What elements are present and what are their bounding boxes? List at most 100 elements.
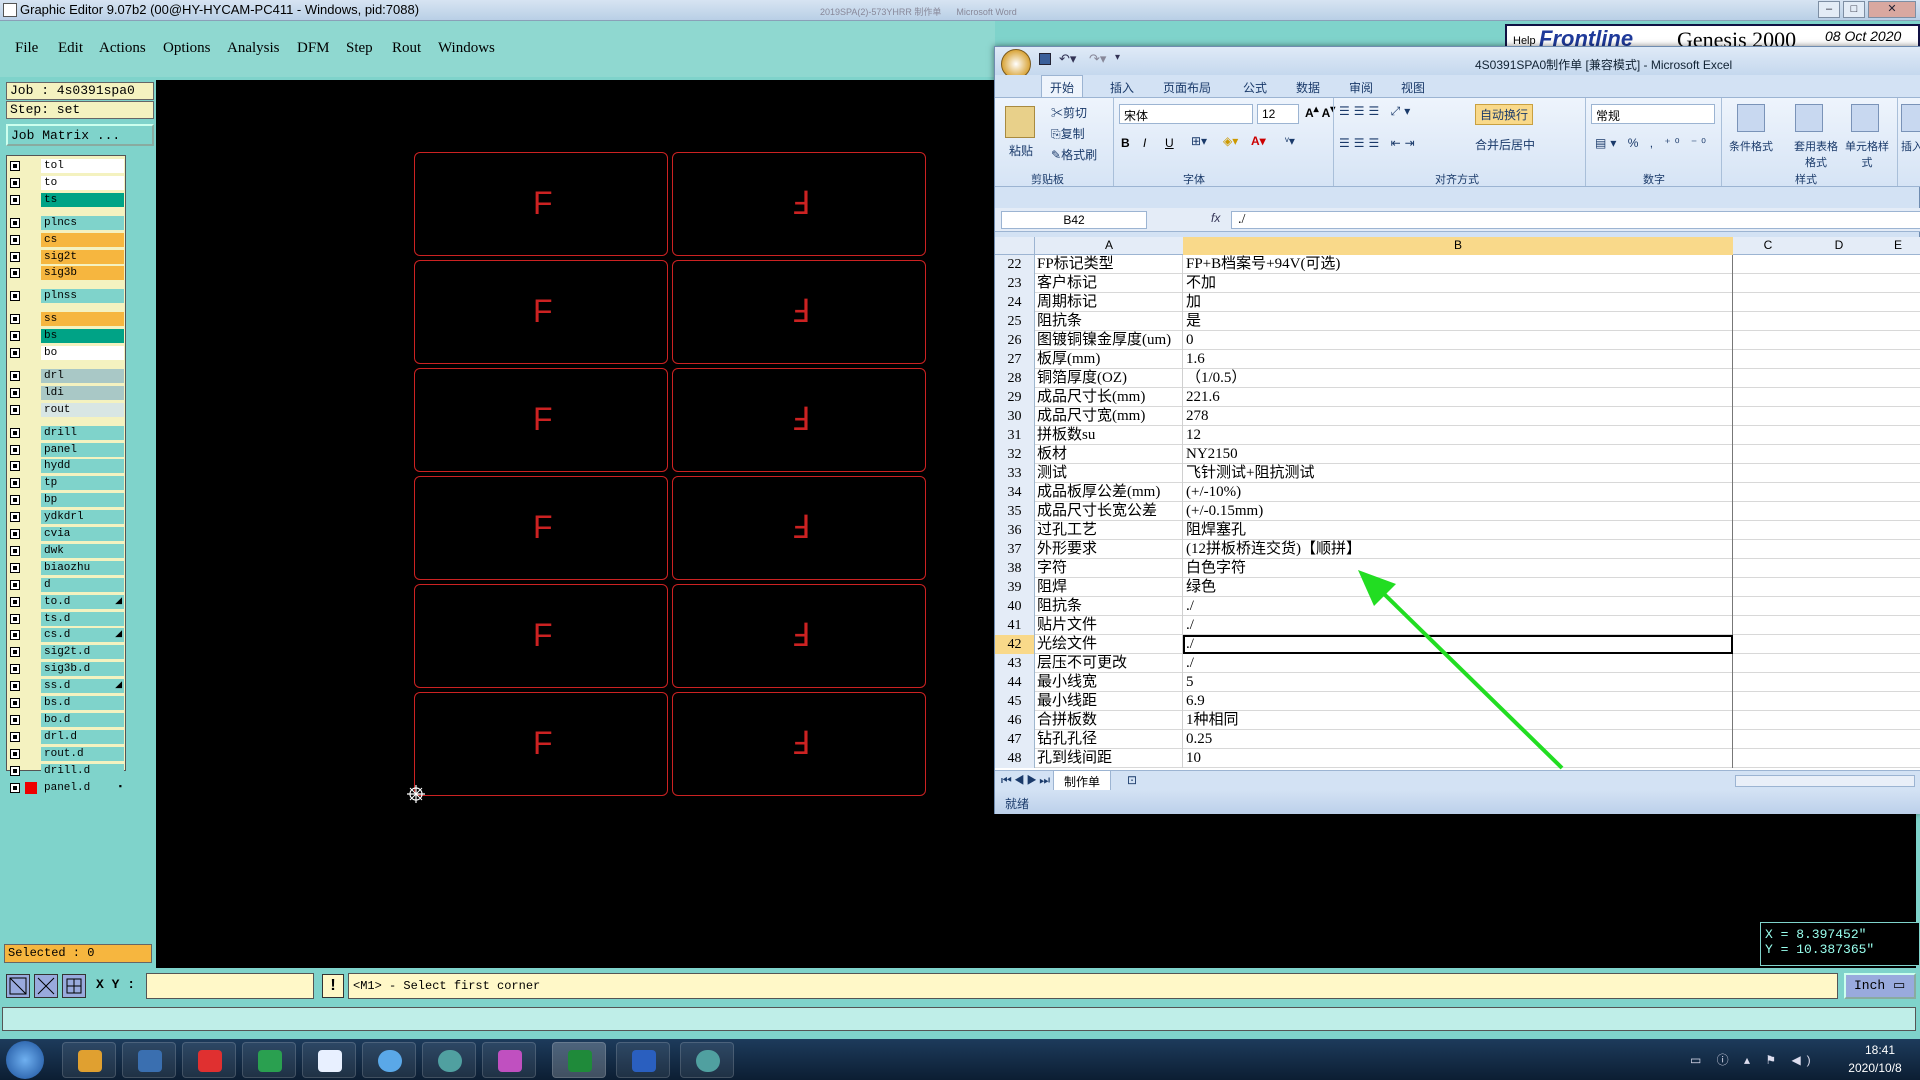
layer-name[interactable]: bs.d	[41, 696, 124, 710]
cell-b[interactable]: (12拼板桥连交货)【顺拼】	[1183, 540, 1733, 559]
layer-name[interactable]: hydd	[41, 459, 124, 474]
cell-a[interactable]: 成品尺寸长宽公差	[1035, 502, 1183, 521]
layer-row[interactable]: dwk	[7, 543, 125, 559]
layer-row[interactable]: plnss	[7, 288, 125, 304]
row-number[interactable]: 34	[995, 483, 1035, 502]
row-number[interactable]: 47	[995, 730, 1035, 749]
layer-checkbox[interactable]	[10, 217, 20, 228]
layer-name[interactable]: to	[41, 175, 124, 190]
layer-name[interactable]: rout	[41, 402, 124, 417]
layer-checkbox[interactable]	[10, 748, 20, 759]
taskbar-app-8[interactable]	[482, 1042, 536, 1078]
layer-checkbox[interactable]	[10, 161, 20, 171]
cell-b[interactable]: 12	[1183, 426, 1733, 445]
paste-icon[interactable]	[1005, 106, 1035, 138]
menu-edit[interactable]: Edit	[58, 40, 83, 57]
number-format-select[interactable]: 常规	[1591, 104, 1715, 124]
pcb-board[interactable]: Ⅎ	[672, 476, 926, 580]
cell-b[interactable]: (+/-10%)	[1183, 483, 1733, 502]
column-header-a[interactable]: A	[1035, 238, 1183, 252]
row-number[interactable]: 22	[995, 255, 1035, 274]
layer-checkbox[interactable]	[10, 387, 20, 398]
menu-options[interactable]: Options	[163, 40, 211, 57]
layer-row[interactable]: sig2t	[7, 249, 125, 265]
menu-step[interactable]: Step	[346, 40, 373, 57]
bold-button[interactable]: B	[1121, 136, 1130, 150]
layer-row[interactable]: rout.d	[7, 746, 125, 762]
number-format-icons[interactable]: ▤▾ % , ⁺⁰ ⁻⁰	[1595, 136, 1710, 150]
layer-name[interactable]: sig2t	[41, 249, 124, 264]
cell-a[interactable]: 最小线宽	[1035, 673, 1183, 692]
format-table-button[interactable]: 套用表格格式	[1791, 138, 1841, 170]
pcb-board[interactable]: F	[414, 260, 668, 364]
layer-row[interactable]: bs.d	[7, 695, 125, 711]
row-number[interactable]: 43	[995, 654, 1035, 673]
layer-checkbox[interactable]	[10, 731, 20, 742]
layer-checkbox[interactable]	[10, 613, 20, 624]
border-icon[interactable]: ⊞▾	[1191, 134, 1207, 148]
cell-a[interactable]: 测试	[1035, 464, 1183, 483]
name-box[interactable]: B42	[1001, 211, 1147, 229]
row-number[interactable]: 23	[995, 274, 1035, 293]
undo-icon[interactable]: ↶▾	[1059, 51, 1076, 67]
cell-a[interactable]: 字符	[1035, 559, 1183, 578]
vertical-align-icons[interactable]: ☰☰☰ ⤢▾	[1339, 104, 1414, 119]
save-icon[interactable]	[1039, 53, 1051, 65]
layer-name[interactable]: d	[41, 577, 124, 592]
row-number[interactable]: 38	[995, 559, 1035, 578]
new-sheet-icon[interactable]: ⊡	[1127, 773, 1137, 787]
menu-dfm[interactable]: DFM	[297, 40, 330, 57]
layer-checkbox[interactable]	[10, 291, 20, 302]
cell-a[interactable]: 客户标记	[1035, 274, 1183, 293]
layer-name[interactable]: drl.d	[41, 729, 124, 744]
pcb-board[interactable]: F	[414, 692, 668, 796]
layer-name[interactable]: panel.d	[41, 780, 124, 795]
cell-a[interactable]: 层压不可更改	[1035, 654, 1183, 673]
layer-row[interactable]: bo	[7, 345, 125, 361]
column-header-e[interactable]: E	[1875, 238, 1920, 252]
layer-name[interactable]: sig3b	[41, 266, 124, 281]
cell-a[interactable]: 钻孔孔径	[1035, 730, 1183, 749]
tab-data[interactable]: 数据	[1296, 79, 1320, 96]
taskbar-app-11[interactable]	[680, 1042, 734, 1078]
layer-name[interactable]: ss	[41, 312, 124, 327]
tab-view[interactable]: 视图	[1401, 79, 1425, 96]
layer-checkbox[interactable]	[10, 681, 20, 692]
pcb-board[interactable]: Ⅎ	[672, 368, 926, 472]
layer-checkbox[interactable]	[10, 782, 20, 793]
cell-style-button[interactable]: 单元格样式	[1845, 138, 1889, 170]
horizontal-align-icons[interactable]: ☰☰☰ ⇤⇥	[1339, 136, 1419, 150]
select-all-corner[interactable]	[995, 237, 1035, 255]
layer-row[interactable]: tol	[7, 158, 125, 174]
layer-name[interactable]: ts.d	[41, 611, 124, 626]
tab-formulas[interactable]: 公式	[1243, 79, 1267, 96]
layer-checkbox[interactable]	[10, 177, 20, 188]
row-number[interactable]: 26	[995, 331, 1035, 350]
cell-b[interactable]: 是	[1183, 312, 1733, 331]
layer-name[interactable]: bs	[41, 329, 124, 344]
layer-name[interactable]: sig3b.d	[41, 662, 124, 677]
layer-row[interactable]: drill.d	[7, 763, 125, 779]
system-tray-icons[interactable]: ▭ ⓘ ▴ ⚑ ◀)	[1690, 1051, 1817, 1068]
layer-checkbox[interactable]	[10, 427, 20, 438]
pan-tool-icon[interactable]	[34, 974, 58, 998]
cell-a[interactable]: 阻抗条	[1035, 312, 1183, 331]
layer-name[interactable]: ldi	[41, 385, 124, 400]
tab-page-layout[interactable]: 页面布局	[1163, 79, 1211, 96]
layer-row[interactable]: d	[7, 577, 125, 593]
layer-name[interactable]: drill	[41, 425, 124, 440]
row-number[interactable]: 39	[995, 578, 1035, 597]
font-name-select[interactable]: 宋体	[1119, 104, 1253, 124]
layer-name[interactable]: bo.d	[41, 712, 124, 727]
merge-center-button[interactable]: 合并后居中	[1475, 136, 1535, 153]
row-number[interactable]: 46	[995, 711, 1035, 730]
layer-name[interactable]: cs	[41, 232, 124, 247]
italic-button[interactable]: I	[1143, 136, 1146, 150]
paste-button[interactable]: 粘贴	[1009, 142, 1033, 159]
layer-row[interactable]: plncs	[7, 215, 125, 231]
close-button[interactable]: ✕	[1868, 1, 1916, 18]
cell-a[interactable]: 孔到线间距	[1035, 749, 1183, 768]
layer-name[interactable]: drl	[41, 368, 124, 383]
maximize-button[interactable]: □	[1843, 1, 1865, 18]
row-number[interactable]: 35	[995, 502, 1035, 521]
